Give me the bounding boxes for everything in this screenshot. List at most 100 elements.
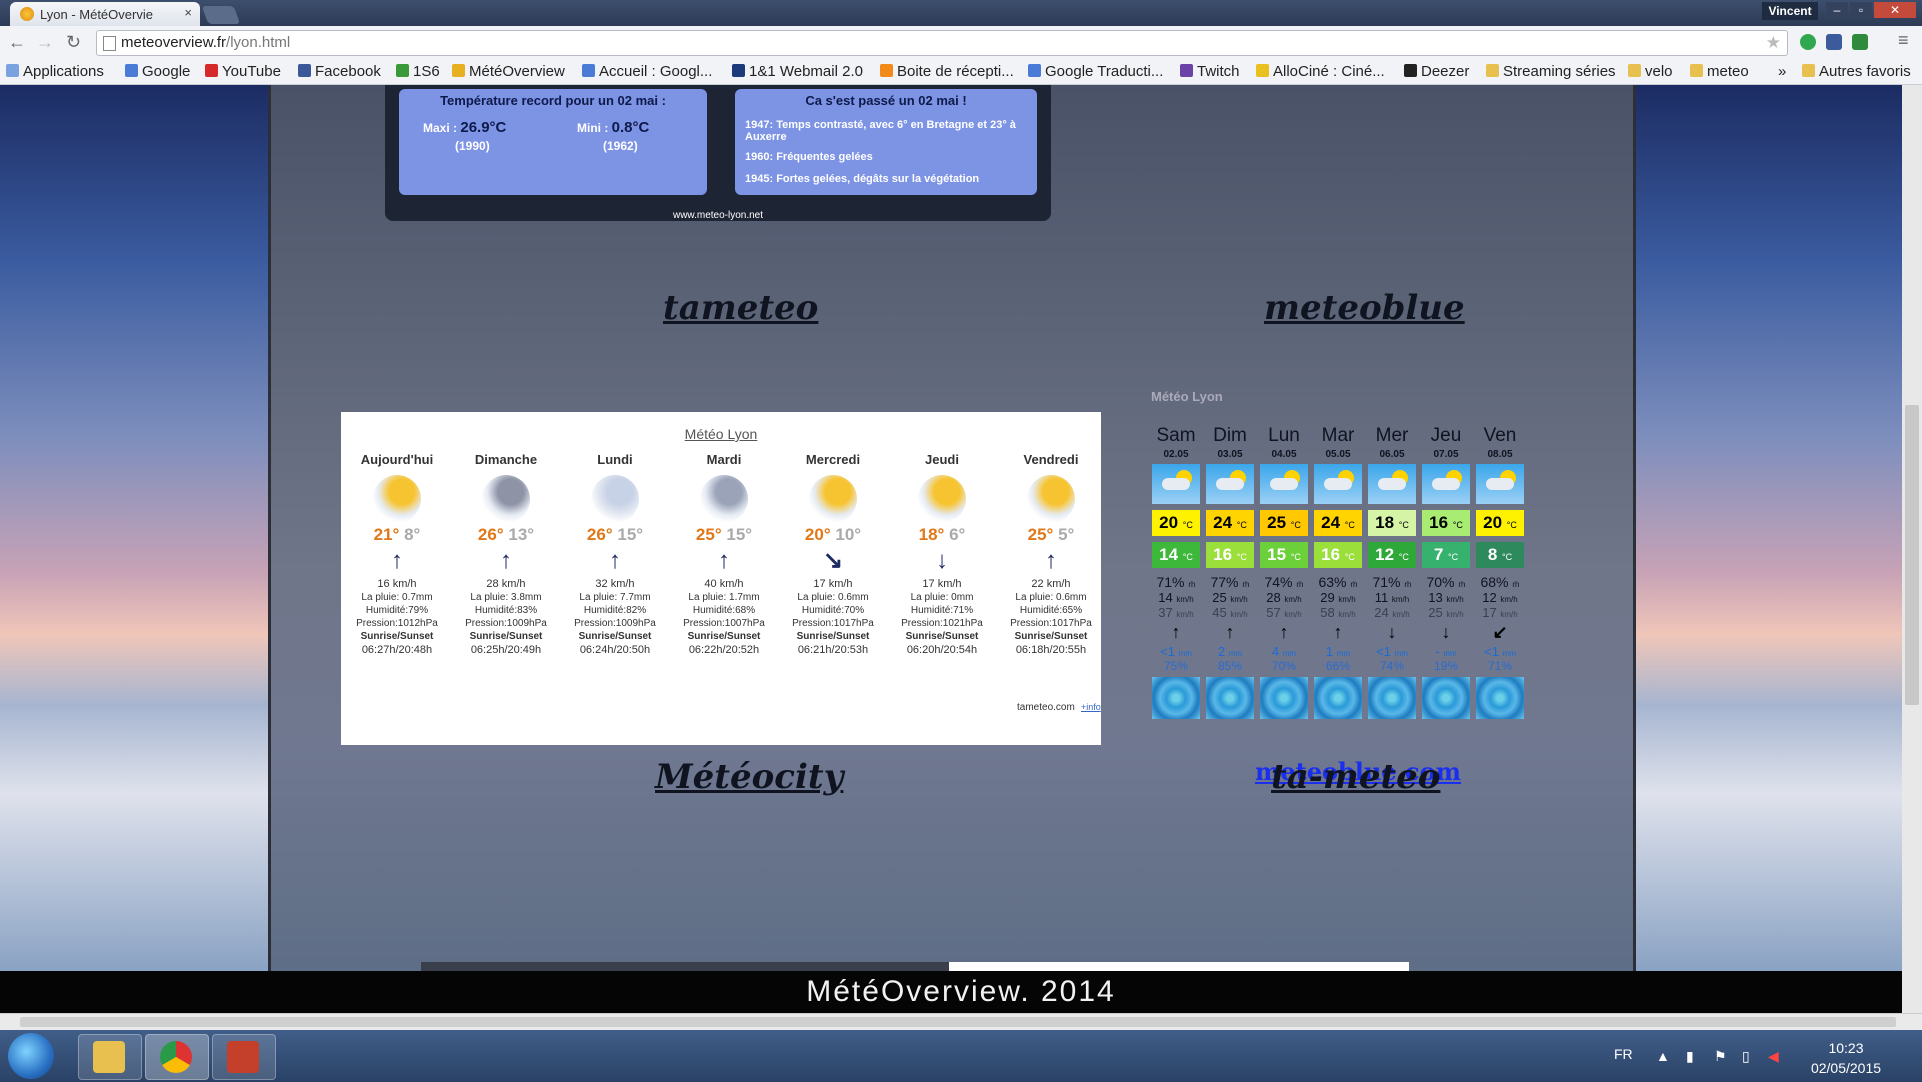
bookmark-allocine[interactable]: AlloCiné : Ciné... xyxy=(1256,63,1385,80)
tameteo-day-name: Mercredi xyxy=(805,452,861,467)
reload-icon[interactable]: ↻ xyxy=(66,32,81,53)
tameteo-pressure: Pression:1017hPa xyxy=(792,618,874,629)
bookmark-google[interactable]: Google xyxy=(125,63,190,80)
history-title: Ca s'est passé un 02 mai ! xyxy=(805,93,967,108)
tameteo-temps: 25° 5° xyxy=(997,525,1105,545)
meteoblue-day-name: Jeu xyxy=(1430,425,1462,446)
system-clock[interactable]: 10:23 02/05/2015 xyxy=(1796,1038,1896,1078)
bookmark-twitch[interactable]: Twitch xyxy=(1180,63,1240,80)
weather-icon xyxy=(1260,464,1308,504)
start-button[interactable] xyxy=(8,1033,54,1079)
bookmark-1s6[interactable]: 1S6 xyxy=(396,63,440,80)
tameteo-day-column: Aujourd'hui 21° 8° ↑ 16 km/h La pluie: 0… xyxy=(343,452,451,657)
tameteo-temps: 18° 6° xyxy=(888,525,996,545)
tameteo-sunrise-label: Sunrise/Sunset xyxy=(796,631,870,642)
record-maxi-value: 26.9°C xyxy=(460,119,507,136)
bookmark-folder-streaming[interactable]: Streaming séries xyxy=(1486,63,1616,80)
forward-arrow-icon[interactable]: → xyxy=(36,32,54,53)
bookmark-folder-velo[interactable]: velo xyxy=(1628,63,1673,80)
bookmark-boite[interactable]: Boite de récepti... xyxy=(880,63,1014,80)
battery-icon[interactable]: ▯ xyxy=(1742,1048,1750,1065)
taskbar-app[interactable] xyxy=(212,1034,276,1080)
meteoblue-temp-max: 25 °C xyxy=(1260,510,1308,536)
show-hidden-icons-icon[interactable]: ▲ xyxy=(1656,1048,1670,1064)
horizontal-scroll-thumb[interactable] xyxy=(20,1017,1896,1027)
browser-tab[interactable]: Lyon - MétéOvervie × xyxy=(10,2,200,26)
wind-direction-icon: ↑ xyxy=(1333,622,1343,642)
tameteo-wind: 17 km/h xyxy=(922,578,962,590)
volume-muted-icon[interactable]: ◀ xyxy=(1768,1048,1779,1065)
network-icon[interactable]: ▮ xyxy=(1686,1048,1694,1065)
close-window-button[interactable]: ✕ xyxy=(1874,2,1916,18)
tab-close-icon[interactable]: × xyxy=(184,5,192,20)
tameteo-pressure: Pression:1012hPa xyxy=(356,618,438,629)
bookmark-deezer[interactable]: Deezer xyxy=(1404,63,1469,80)
meteoblue-rain-probability: 19% xyxy=(1433,659,1459,673)
tameteo-temps: 26° 15° xyxy=(561,525,669,545)
bookmark-applications[interactable]: Applications xyxy=(6,63,104,80)
extension-green-icon[interactable] xyxy=(1800,34,1816,50)
meteoblue-day-column: Ven 08.05 20 °C 8 °C 68% rh 12 km/h 17 k… xyxy=(1475,425,1525,719)
profile-user-button[interactable]: Vincent xyxy=(1762,2,1818,20)
bookmark-webmail[interactable]: 1&1 Webmail 2.0 xyxy=(732,63,863,80)
meteoblue-temp-min: 16 °C xyxy=(1314,542,1362,568)
tameteo-temp-high: 18° xyxy=(918,525,945,544)
action-center-flag-icon[interactable]: ⚑ xyxy=(1714,1048,1727,1065)
bookmark-meteoverview[interactable]: MétéOverview xyxy=(452,63,565,80)
tameteo-rain: La pluie: 3.8mm xyxy=(470,592,542,603)
extension-chart-icon[interactable] xyxy=(1852,34,1868,50)
vertical-scrollbar[interactable] xyxy=(1902,85,1922,1013)
bookmark-folder-autres[interactable]: Autres favoris xyxy=(1802,63,1911,80)
wind-direction-icon: ↑ xyxy=(718,547,730,574)
bookmark-youtube[interactable]: YouTube xyxy=(205,63,281,80)
menu-icon[interactable]: ≡ xyxy=(1898,30,1909,51)
meteoblue-day-name: Mar xyxy=(1321,425,1355,446)
tameteo-temp-high: 26° xyxy=(586,525,613,544)
tameteo-sunrise-label: Sunrise/Sunset xyxy=(1014,631,1088,642)
vertical-scroll-thumb[interactable] xyxy=(1905,405,1919,705)
address-bar[interactable]: meteoverview.fr/lyon.html ★ xyxy=(96,30,1788,56)
bookmark-google-traduction[interactable]: Google Traducti... xyxy=(1028,63,1163,80)
tameteo-pressure: Pression:1007hPa xyxy=(683,618,765,629)
tameteo-pressure: Pression:1009hPa xyxy=(465,618,547,629)
meteoblue-temp-max: 24 °C xyxy=(1206,510,1254,536)
bookmarks-overflow-button[interactable]: » xyxy=(1778,63,1786,80)
language-indicator[interactable]: FR xyxy=(1614,1046,1633,1062)
tameteo-info-link[interactable]: +info xyxy=(1081,702,1101,712)
record-mini-value: 0.8°C xyxy=(611,119,650,136)
history-event: 1945: Fortes gelées, dégâts sur la végét… xyxy=(745,173,980,185)
meteoblue-humidity: 71% rh xyxy=(1156,574,1196,590)
bookmark-google-accueil[interactable]: Accueil : Googl... xyxy=(582,63,712,80)
meteoblue-rain: <1 mm xyxy=(1376,644,1408,659)
record-footer-link[interactable]: www.meteo-lyon.net xyxy=(385,210,1051,221)
meteoblue-rain: 2 mm xyxy=(1217,644,1243,659)
weather-icon xyxy=(918,475,966,523)
tameteo-temp-low: 10° xyxy=(835,525,862,544)
tameteo-wind: 40 km/h xyxy=(704,578,744,590)
horizontal-scrollbar[interactable] xyxy=(0,1013,1922,1031)
tameteo-temps: 25° 15° xyxy=(670,525,778,545)
bookmark-folder-meteo[interactable]: meteo xyxy=(1690,63,1749,80)
minimize-button[interactable]: – xyxy=(1826,2,1848,18)
new-tab-button[interactable] xyxy=(201,6,241,24)
weather-icon xyxy=(1476,464,1524,504)
record-maxi-year: (1990) xyxy=(455,139,490,153)
meteoblue-temp-min: 16 °C xyxy=(1206,542,1254,568)
radar-icon xyxy=(1476,677,1524,719)
maximize-button[interactable]: ▫ xyxy=(1850,2,1872,18)
meteoblue-wind: 14 km/h xyxy=(1158,590,1194,605)
tameteo-day-name: Mardi xyxy=(706,452,742,467)
history-box: Ca s'est passé un 02 mai ! 1947: Temps c… xyxy=(735,89,1037,195)
tab-title: Lyon - MétéOvervie xyxy=(40,7,153,22)
meteoblue-wind: 28 km/h xyxy=(1266,590,1302,605)
bookmark-star-icon[interactable]: ★ xyxy=(1766,31,1781,55)
tameteo-title-link[interactable]: Météo Lyon xyxy=(341,426,1101,442)
taskbar-chrome[interactable] xyxy=(145,1034,209,1080)
tameteo-sunrise-label: Sunrise/Sunset xyxy=(687,631,761,642)
meteocity-widget-partial xyxy=(421,962,1021,971)
bookmark-facebook[interactable]: Facebook xyxy=(298,63,381,80)
extension-blue-icon[interactable] xyxy=(1826,34,1842,50)
meteoblue-rain-probability: 85% xyxy=(1217,659,1243,673)
taskbar-explorer[interactable] xyxy=(78,1034,142,1080)
back-arrow-icon[interactable]: ← xyxy=(8,32,26,53)
